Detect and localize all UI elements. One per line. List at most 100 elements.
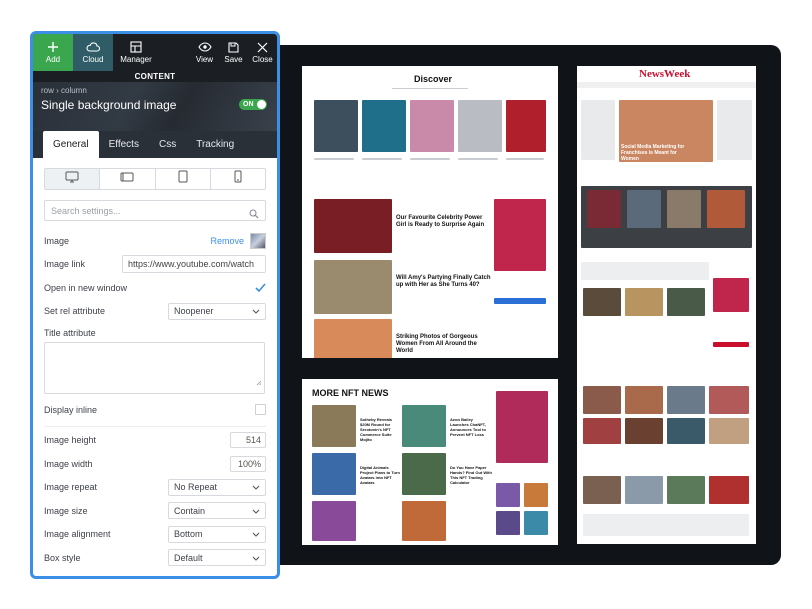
resize-grip-icon[interactable] bbox=[256, 373, 262, 391]
nft-article-3: Do You Have Paper Hands? Find Out With T… bbox=[450, 465, 492, 485]
tab-general[interactable]: General bbox=[43, 131, 99, 158]
tab-css[interactable]: Css bbox=[149, 131, 186, 158]
newsweek-feature-headline: Social Media Marketing for Franchises is… bbox=[621, 144, 685, 162]
chevron-down-icon bbox=[252, 506, 260, 516]
image-remove-link[interactable]: Remove bbox=[210, 236, 244, 246]
nft-article-1: Sotheby Reveals $20M Round for Serotonin… bbox=[360, 417, 393, 442]
save-button[interactable]: Save bbox=[219, 34, 248, 71]
preview-image bbox=[625, 288, 663, 316]
title-attribute-label: Title attribute bbox=[44, 328, 96, 338]
laptop-device-button[interactable] bbox=[100, 169, 156, 189]
mobile-device-button[interactable] bbox=[211, 169, 265, 189]
search-input[interactable] bbox=[45, 201, 265, 221]
chevron-down-icon bbox=[252, 529, 260, 539]
add-button[interactable]: Add bbox=[33, 34, 73, 71]
preview-image bbox=[625, 386, 663, 414]
preview-image bbox=[709, 476, 749, 504]
image-row: Image Remove bbox=[44, 229, 266, 253]
enable-toggle[interactable]: ON bbox=[239, 99, 267, 110]
preview-image bbox=[506, 100, 546, 152]
preview-image bbox=[312, 501, 356, 541]
tablet-icon bbox=[178, 170, 188, 188]
box-style-label: Box style bbox=[44, 552, 81, 563]
set-rel-value: Noopener bbox=[174, 306, 214, 317]
image-width-label: Image width bbox=[44, 458, 93, 469]
nft-preview-card[interactable]: MORE NFT NEWS Sotheby Reveals $20M Round… bbox=[302, 379, 558, 545]
image-repeat-value: No Repeat bbox=[174, 482, 218, 493]
image-size-row: Image size Contain bbox=[44, 499, 266, 523]
tablet-device-button[interactable] bbox=[156, 169, 211, 189]
image-thumbnail[interactable] bbox=[250, 232, 266, 249]
nft-title: MORE NFT NEWS bbox=[312, 388, 389, 398]
preview-image bbox=[524, 483, 548, 507]
image-size-label: Image size bbox=[44, 505, 88, 516]
image-repeat-label: Image repeat bbox=[44, 482, 98, 493]
discover-title: Discover bbox=[414, 74, 453, 84]
cloud-button[interactable]: Cloud bbox=[73, 34, 113, 71]
close-button[interactable]: Close bbox=[248, 34, 277, 71]
panel-toolbar: Add Cloud Manager View Save Close bbox=[33, 34, 277, 71]
preview-image bbox=[667, 190, 701, 228]
image-width-input[interactable]: 100% bbox=[230, 455, 266, 472]
plus-icon bbox=[46, 41, 60, 53]
box-style-select[interactable]: Default bbox=[168, 549, 266, 567]
preview-image bbox=[402, 453, 446, 495]
close-icon bbox=[256, 41, 270, 53]
image-alignment-select[interactable]: Bottom bbox=[168, 525, 266, 543]
view-label: View bbox=[195, 55, 214, 64]
title-attribute-textarea[interactable] bbox=[44, 342, 265, 394]
settings-search bbox=[44, 200, 266, 221]
newsweek-preview-card[interactable]: NewsWeek Social Media Marketing for Fran… bbox=[577, 66, 756, 544]
discover-article-1: Our Favourite Celebrity Power Girl is Re… bbox=[396, 215, 485, 228]
display-inline-checkbox[interactable] bbox=[255, 404, 266, 416]
open-new-window-checkbox[interactable] bbox=[255, 282, 266, 293]
tab-tracking[interactable]: Tracking bbox=[186, 131, 244, 158]
preview-image bbox=[667, 476, 705, 504]
image-height-input[interactable]: 514 bbox=[230, 432, 266, 449]
preview-image bbox=[496, 511, 520, 535]
toggle-label: ON bbox=[243, 101, 254, 108]
image-height-label: Image height bbox=[44, 435, 97, 446]
manager-button[interactable]: Manager bbox=[113, 34, 159, 71]
device-switcher bbox=[44, 168, 266, 190]
image-repeat-row: Image repeat No Repeat bbox=[44, 476, 266, 500]
laptop-icon bbox=[120, 170, 134, 188]
nft-article-2: Digital Animals Project Plans to Turn Av… bbox=[360, 465, 400, 485]
settings-tabs: General Effects Css Tracking bbox=[33, 131, 277, 158]
preview-image bbox=[625, 418, 663, 444]
preview-image bbox=[709, 386, 749, 414]
settings-panel: Add Cloud Manager View Save Close CONTEN… bbox=[30, 31, 280, 579]
preview-image bbox=[667, 418, 705, 444]
preview-image bbox=[312, 453, 356, 495]
image-size-select[interactable]: Contain bbox=[168, 502, 266, 520]
preview-image bbox=[627, 190, 661, 228]
preview-image bbox=[583, 288, 621, 316]
preview-image bbox=[713, 278, 749, 312]
preview-image bbox=[314, 100, 358, 152]
breadcrumb[interactable]: row › column bbox=[41, 86, 87, 95]
preview-button bbox=[494, 298, 546, 304]
image-link-input[interactable]: https://www.youtube.com/watch bbox=[122, 255, 266, 274]
image-alignment-label: Image alignment bbox=[44, 529, 111, 540]
discover-preview-card[interactable]: Discover Our Favourite Celebrity Power G… bbox=[302, 66, 558, 358]
box-style-row: Box style Default bbox=[44, 546, 266, 570]
preview-image bbox=[667, 386, 705, 414]
cloud-icon bbox=[86, 41, 100, 53]
chevron-down-icon bbox=[252, 482, 260, 492]
image-repeat-select[interactable]: No Repeat bbox=[168, 478, 266, 496]
preview-image bbox=[314, 319, 392, 358]
view-button[interactable]: View bbox=[190, 34, 219, 71]
save-label: Save bbox=[224, 55, 243, 64]
tab-effects[interactable]: Effects bbox=[99, 131, 149, 158]
preview-image bbox=[625, 476, 663, 504]
desktop-device-button[interactable] bbox=[45, 169, 101, 189]
section-label: CONTENT bbox=[33, 71, 277, 82]
preview-image bbox=[583, 386, 621, 414]
desktop-icon bbox=[65, 170, 79, 188]
search-icon bbox=[249, 206, 259, 224]
set-rel-label: Set rel attribute bbox=[44, 306, 106, 317]
preview-image bbox=[709, 418, 749, 444]
image-link-label: Image link bbox=[44, 259, 86, 270]
set-rel-select[interactable]: Noopener bbox=[168, 302, 266, 320]
preview-image bbox=[410, 100, 454, 152]
